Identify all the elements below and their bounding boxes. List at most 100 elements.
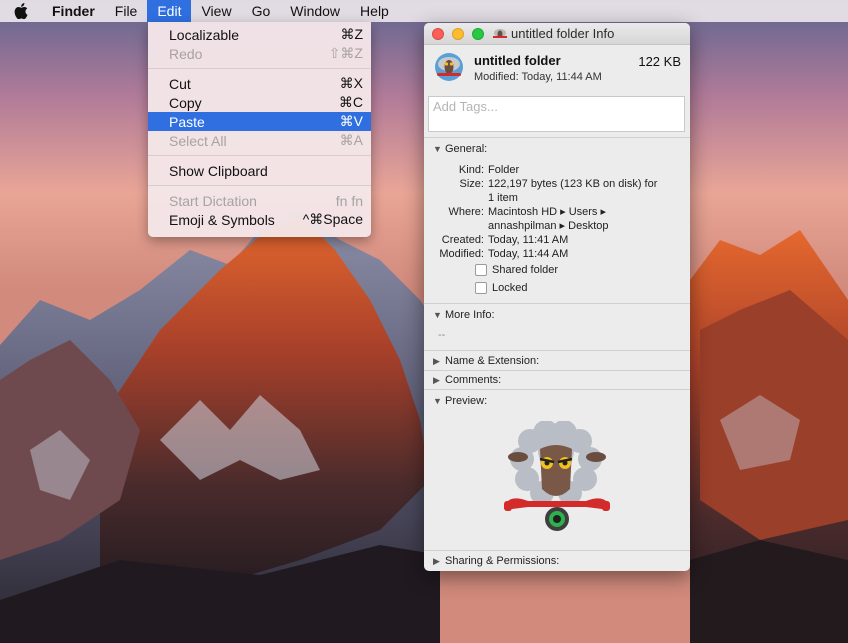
disclosure-open-icon: ▼ — [433, 396, 442, 406]
checkbox-label: Shared folder — [492, 264, 559, 276]
disclosure-closed-icon: ▶ — [433, 374, 440, 385]
menu-item-label: Redo — [169, 45, 203, 62]
info-header: untitled folder Modified: Today, 11:44 A… — [424, 45, 690, 89]
menu-separator — [148, 155, 371, 156]
menu-edit[interactable]: Edit — [147, 0, 192, 22]
section-divider — [424, 350, 690, 351]
tags-input[interactable]: Add Tags... — [428, 96, 685, 132]
where-value-cont: annashpilman ▸ Desktop — [488, 220, 609, 232]
menu-help[interactable]: Help — [350, 0, 399, 22]
menu-item-label: Show Clipboard — [169, 162, 268, 179]
disclosure-open-icon: ▼ — [433, 310, 442, 320]
modified-label: Modified: — [439, 248, 484, 260]
window-title-text: untitled folder Info — [511, 26, 615, 41]
name-extension-disclosure[interactable]: ▶ Name & Extension: — [424, 352, 690, 370]
checkbox-label: Locked — [492, 282, 528, 294]
menu-item-shortcut: ⌘V — [339, 113, 363, 129]
menu-item-emoji-symbols[interactable]: Emoji & Symbols ^⌘Space — [148, 210, 371, 229]
menu-app-finder[interactable]: Finder — [42, 0, 105, 22]
menu-item-label: Select All — [169, 132, 227, 149]
section-heading: Comments: — [445, 374, 502, 386]
shared-folder-checkbox[interactable]: Shared folder — [475, 261, 690, 279]
created-label: Created: — [441, 234, 484, 246]
sheep-folder-icon — [435, 53, 463, 81]
window-titlebar[interactable]: untitled folder Info — [424, 23, 690, 45]
menu-item-cut[interactable]: Cut ⌘X — [148, 74, 371, 93]
file-name: untitled folder — [474, 53, 561, 68]
size-value: 122,197 bytes (123 KB on disk) for — [488, 178, 658, 190]
comments-disclosure[interactable]: ▶ Comments: — [424, 371, 690, 389]
menu-go[interactable]: Go — [242, 0, 281, 22]
menu-item-label: Paste — [169, 113, 205, 130]
sheep-folder-icon — [493, 28, 507, 38]
sharing-section: ▶ Sharing & Permissions: — [424, 552, 690, 570]
created-value: Today, 11:41 AM — [488, 234, 569, 246]
where-label: Where: — [448, 206, 484, 218]
section-divider — [424, 389, 690, 390]
menu-item-redo: Redo ⇧⌘Z — [148, 44, 371, 63]
zoom-button[interactable] — [472, 28, 484, 40]
menu-item-show-clipboard[interactable]: Show Clipboard — [148, 161, 371, 180]
menu-item-paste[interactable]: Paste ⌘V — [148, 112, 371, 131]
menu-file[interactable]: File — [105, 0, 148, 22]
menu-item-select-all: Select All ⌘A — [148, 131, 371, 150]
menu-item-shortcut: ⇧⌘Z — [328, 45, 363, 61]
size-value-cont: 1 item — [488, 192, 518, 204]
checkbox-box[interactable] — [475, 264, 487, 276]
menu-view[interactable]: View — [191, 0, 241, 22]
disclosure-open-icon: ▼ — [433, 144, 442, 154]
more-info-section: ▼ More Info: -- — [424, 306, 690, 341]
preview-section: ▼ Preview: — [424, 392, 690, 410]
checkbox-box[interactable] — [475, 282, 487, 294]
disclosure-closed-icon: ▶ — [433, 355, 440, 366]
section-heading: Sharing & Permissions: — [445, 555, 560, 567]
menu-item-label: Cut — [169, 75, 191, 92]
menu-item-shortcut: ⌘C — [338, 94, 363, 110]
modified-value: Today, 11:44 AM — [488, 248, 569, 260]
menu-item-undo[interactable]: Localizable ⌘Z — [148, 25, 371, 44]
section-divider — [424, 137, 690, 138]
name-extension-section: ▶ Name & Extension: — [424, 352, 690, 370]
menu-item-label: Start Dictation — [169, 192, 257, 209]
locked-checkbox[interactable]: Locked — [475, 279, 690, 297]
comments-section: ▶ Comments: — [424, 371, 690, 389]
menu-item-shortcut: ⌘Z — [340, 26, 363, 42]
edit-menu-dropdown: Localizable ⌘Z Redo ⇧⌘Z Cut ⌘X Copy ⌘C Paste… — [148, 22, 371, 237]
apple-menu-icon[interactable] — [0, 0, 42, 22]
menu-item-shortcut: ⌘X — [339, 75, 363, 91]
window-title: untitled folder Info — [493, 26, 614, 41]
size-label: Size: — [459, 178, 484, 190]
menu-item-start-dictation: Start Dictation fn fn — [148, 191, 371, 210]
menu-separator — [148, 185, 371, 186]
kind-value: Folder — [488, 164, 520, 176]
close-button[interactable] — [432, 28, 444, 40]
general-details: Kind: Folder Size: 122,197 bytes (123 KB o… — [424, 163, 690, 297]
disclosure-closed-icon: ▶ — [433, 555, 440, 566]
menu-item-label: Localizable — [169, 26, 240, 43]
section-heading: Name & Extension: — [445, 355, 540, 367]
more-info-value: -- — [438, 329, 446, 341]
preview-disclosure[interactable]: ▼ Preview: — [424, 392, 690, 410]
more-info-disclosure[interactable]: ▼ More Info: — [424, 306, 690, 324]
section-heading: General: — [445, 143, 488, 155]
menu-item-label: Copy — [169, 94, 202, 111]
kind-label: Kind: — [458, 164, 484, 176]
sharing-disclosure[interactable]: ▶ Sharing & Permissions: — [424, 552, 690, 570]
general-disclosure[interactable]: ▼ General: — [424, 140, 690, 158]
minimize-button[interactable] — [452, 28, 464, 40]
menu-separator — [148, 68, 371, 69]
sheep-preview-image — [504, 421, 610, 531]
info-window: untitled folder Info untitled folder Mod… — [424, 23, 690, 571]
menu-bar: Finder File Edit View Go Window Help — [0, 0, 848, 22]
file-size: 122 KB — [638, 54, 681, 69]
section-heading: Preview: — [445, 395, 488, 407]
general-section: ▼ General: — [424, 140, 690, 158]
menu-item-shortcut: ⌘A — [339, 132, 363, 148]
menu-window[interactable]: Window — [280, 0, 350, 22]
menu-item-shortcut: ^⌘Space — [302, 211, 363, 227]
section-divider — [424, 550, 690, 551]
menu-item-copy[interactable]: Copy ⌘C — [148, 93, 371, 112]
file-modified: Modified: Today, 11:44 AM — [474, 71, 602, 83]
section-divider — [424, 303, 690, 304]
where-value: Macintosh HD ▸ Users ▸ — [488, 206, 607, 218]
